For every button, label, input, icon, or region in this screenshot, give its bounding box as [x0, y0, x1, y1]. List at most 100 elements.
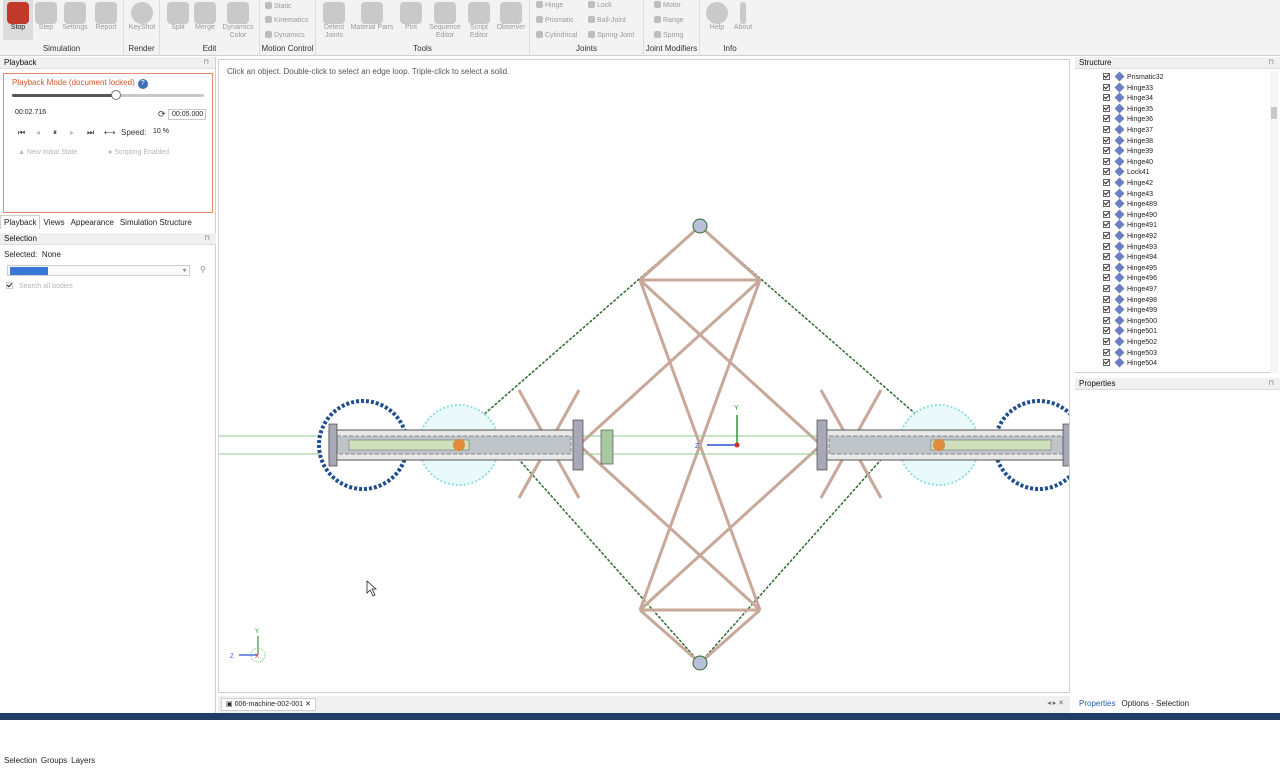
visibility-checkbox[interactable] [1103, 285, 1110, 292]
selection-filter-combo[interactable]: All Bodies ▾ [7, 265, 190, 276]
tab-simulation-structure[interactable]: Simulation Structure [117, 216, 195, 229]
tab-playback[interactable]: Playback [0, 215, 41, 229]
visibility-checkbox[interactable] [1103, 232, 1110, 239]
lock-button[interactable]: Lock [588, 1, 612, 10]
hinge-button[interactable]: Hinge [536, 1, 563, 10]
tree-item[interactable]: Hinge501 [1103, 325, 1157, 337]
document-tab[interactable]: ▣ 006-machine-002-001 ✕ [221, 698, 316, 711]
structure-tree[interactable]: Prismatic32 Hinge33 Hinge34 Hinge35 Hinge36 H… [1075, 71, 1275, 373]
top-hinge-node[interactable] [692, 218, 708, 234]
tree-item[interactable]: Hinge489 [1103, 198, 1157, 210]
playback-slider-thumb[interactable] [111, 90, 122, 100]
visibility-checkbox[interactable] [1103, 242, 1110, 250]
spring-joint-button[interactable]: Spring-Joint [588, 31, 634, 40]
visibility-checkbox[interactable] [1103, 348, 1110, 356]
tree-item[interactable]: Hinge42 [1103, 177, 1153, 189]
visibility-checkbox[interactable] [1103, 306, 1110, 314]
split-button[interactable]: Split [163, 0, 193, 32]
pin-icon[interactable]: ⊓ [1269, 378, 1274, 390]
visibility-checkbox[interactable] [1103, 83, 1110, 91]
tab-selection[interactable]: Selection [4, 756, 37, 765]
keyshot-button[interactable]: KeyShot [127, 0, 157, 32]
visibility-checkbox[interactable] [1103, 168, 1110, 176]
step-back-icon[interactable]: ◂ [36, 128, 40, 137]
range-button[interactable]: Range [654, 16, 684, 25]
loop-icon[interactable]: ⟳ [158, 109, 166, 120]
visibility-checkbox[interactable] [1103, 200, 1110, 208]
scripting-enabled-button[interactable]: ● Scripting Enabled [108, 149, 169, 156]
end-time-field[interactable]: 00:05.000 [168, 109, 206, 120]
tree-item[interactable]: Hinge498 [1103, 294, 1157, 306]
cylindrical-button[interactable]: Cylindrical [536, 31, 577, 40]
tab-options-selection[interactable]: Options - Selection [1121, 699, 1189, 708]
visibility-checkbox[interactable] [1103, 94, 1110, 102]
pin-icon[interactable]: ⊓ [205, 233, 210, 245]
visibility-checkbox[interactable] [1103, 338, 1110, 345]
structure-scrollbar[interactable] [1270, 71, 1278, 373]
dynamics-button[interactable]: Dynamics [265, 31, 305, 40]
observer-button[interactable]: Observer [494, 0, 528, 32]
material-pairs-button[interactable]: Material Pairs [350, 0, 394, 32]
merge-button[interactable]: Merge [190, 0, 220, 32]
tab-groups[interactable]: Groups [41, 756, 67, 765]
visibility-checkbox[interactable] [1103, 295, 1110, 303]
pause-icon[interactable]: ⏸ [53, 128, 57, 138]
plot-button[interactable]: Plot [396, 0, 426, 32]
help-icon[interactable]: ? [137, 79, 148, 89]
tab-scroll-controls[interactable]: ◂ ▸ ✕ [1047, 699, 1064, 707]
skip-end-icon[interactable]: ⏭ [87, 128, 94, 138]
tab-views[interactable]: Views [40, 216, 67, 229]
visibility-checkbox[interactable] [1103, 253, 1110, 261]
tree-item[interactable]: Hinge38 [1103, 135, 1153, 147]
tree-item[interactable]: Hinge504 [1103, 357, 1157, 369]
tree-item[interactable]: Hinge499 [1103, 304, 1157, 316]
tree-item[interactable]: Hinge491 [1103, 219, 1157, 231]
tab-properties[interactable]: Properties [1079, 699, 1115, 708]
search-icon[interactable]: ⚲ [200, 265, 206, 274]
tree-item[interactable]: Hinge497 [1103, 283, 1157, 295]
pin-icon[interactable]: ⊓ [1269, 57, 1274, 69]
tab-layers[interactable]: Layers [71, 756, 95, 765]
tree-item[interactable]: Hinge33 [1103, 82, 1153, 94]
tree-item[interactable]: Hinge490 [1103, 209, 1157, 221]
visibility-checkbox[interactable] [1103, 274, 1110, 282]
script-editor-button[interactable]: Script Editor [464, 0, 494, 40]
visibility-checkbox[interactable] [1103, 126, 1110, 133]
dynamics-color-button[interactable]: Dynamics Color [220, 0, 256, 40]
tree-item[interactable]: Hinge494 [1103, 251, 1157, 263]
sequence-editor-button[interactable]: Sequence Editor [426, 0, 464, 40]
bottom-hinge-node[interactable] [692, 655, 708, 671]
visibility-checkbox[interactable] [1103, 316, 1110, 324]
bounce-icon[interactable]: ⟷ [104, 128, 115, 137]
visibility-checkbox[interactable] [1103, 179, 1110, 186]
step-button[interactable]: Step [31, 0, 61, 32]
visibility-checkbox[interactable] [1103, 157, 1110, 165]
visibility-checkbox[interactable] [1103, 147, 1110, 155]
kinematics-button[interactable]: Kinematics [265, 16, 308, 25]
tree-item[interactable]: Hinge500 [1103, 315, 1157, 327]
close-icon[interactable]: ✕ [303, 701, 311, 708]
search-all-bodies-checkbox[interactable]: Search all bodies [6, 282, 73, 290]
skip-start-icon[interactable]: ⏮ [18, 128, 25, 138]
tree-item[interactable]: Hinge495 [1103, 262, 1157, 274]
ball-joint-button[interactable]: Ball-Joint [588, 16, 626, 25]
tree-item[interactable]: Prismatic32 [1103, 71, 1164, 83]
visibility-checkbox[interactable] [1103, 115, 1110, 123]
tree-item[interactable]: Hinge35 [1103, 103, 1153, 115]
tree-item[interactable]: Lock41 [1103, 166, 1150, 178]
visibility-checkbox[interactable] [1103, 210, 1110, 218]
detect-joints-button[interactable]: Detect Joints [319, 0, 349, 40]
spring-button[interactable]: Spring [654, 31, 683, 40]
playback-slider[interactable] [12, 90, 204, 100]
tree-item[interactable]: Hinge36 [1103, 113, 1153, 125]
tree-item[interactable]: Hinge40 [1103, 156, 1153, 168]
new-initial-state-button[interactable]: ▲ New Initial State [18, 149, 77, 156]
tree-item[interactable]: Hinge502 [1103, 336, 1157, 348]
motor-button[interactable]: Motor [654, 1, 681, 10]
tree-item[interactable]: Hinge496 [1103, 272, 1157, 284]
3d-viewport[interactable]: Click an object. Double-click to select … [218, 59, 1070, 693]
report-button[interactable]: Report [91, 0, 121, 32]
visibility-checkbox[interactable] [1103, 189, 1110, 197]
about-button[interactable]: About [728, 0, 758, 32]
tree-item[interactable]: Hinge39 [1103, 145, 1153, 157]
